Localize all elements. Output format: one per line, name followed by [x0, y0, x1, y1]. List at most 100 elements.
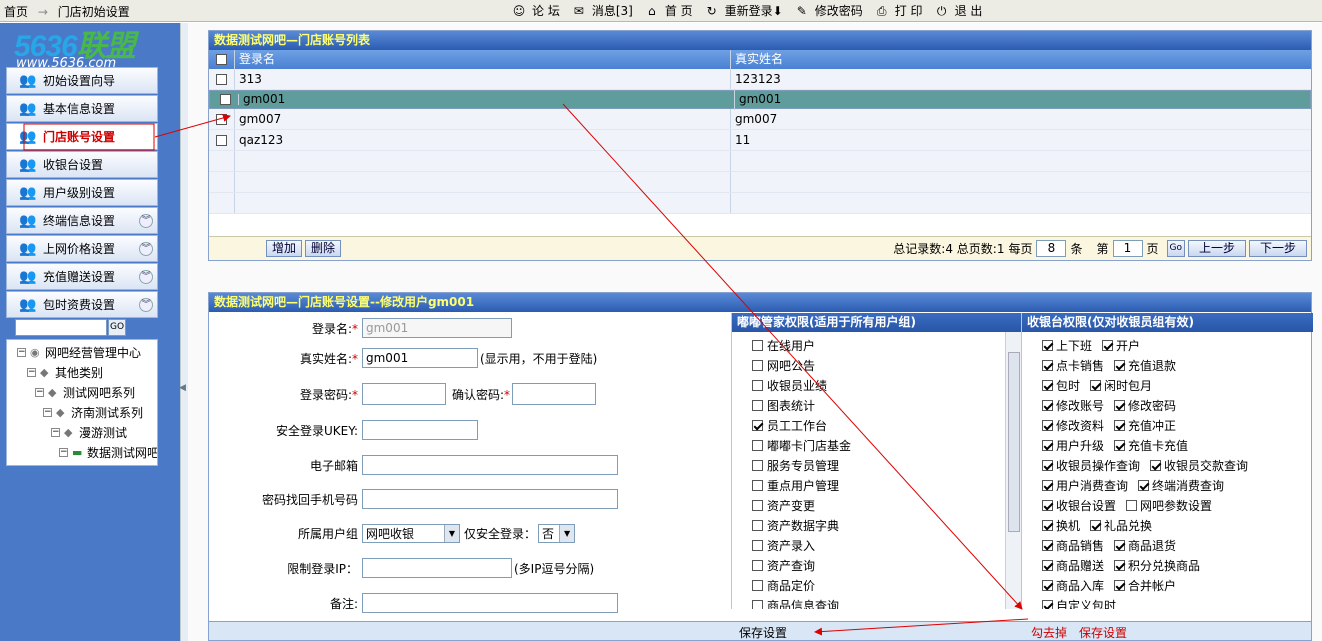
toolbar-item[interactable]: ⌂ 首 页	[643, 2, 693, 19]
cashier-permission[interactable]: 修改密码	[1114, 397, 1176, 414]
row-checkbox[interactable]	[216, 113, 227, 125]
save-settings-button[interactable]: 保存设置	[739, 624, 787, 641]
tree-node[interactable]: − ◆ 济南测试系列	[43, 404, 143, 421]
cashier-permission[interactable]: 商品退货	[1114, 537, 1176, 554]
tree-search-input[interactable]	[15, 319, 107, 336]
cashier-permission[interactable]: 合并帐户	[1114, 577, 1176, 594]
tree-node[interactable]: − ◉ 网吧经营管理中心	[17, 344, 141, 361]
manager-permission[interactable]: 重点用户管理	[732, 475, 1021, 495]
permission-checkbox[interactable]	[752, 559, 763, 571]
permission-checkbox[interactable]	[1042, 519, 1053, 531]
cashier-permission[interactable]: 闲时包月	[1090, 377, 1152, 394]
confirm-password-input[interactable]	[512, 383, 597, 405]
permission-checkbox[interactable]	[1042, 499, 1053, 511]
toolbar-item[interactable]: ☺ 论 坛	[510, 2, 560, 19]
cashier-permission[interactable]: 积分兑换商品	[1114, 557, 1200, 574]
login-input[interactable]: gm001	[362, 318, 512, 338]
sidebar-item[interactable]: 👥 初始设置向导	[6, 67, 158, 94]
collapse-arrow-icon[interactable]: ◀	[179, 383, 186, 393]
manager-permission[interactable]: 网吧公告	[732, 355, 1021, 375]
ukey-input[interactable]	[362, 420, 478, 440]
permission-checkbox[interactable]	[1126, 499, 1138, 511]
chevron-down-icon[interactable]: ︾	[139, 242, 153, 256]
cashier-permission[interactable]: 包时	[1042, 377, 1080, 394]
cashier-permission[interactable]: 商品赠送	[1042, 557, 1104, 574]
permission-checkbox[interactable]	[1114, 419, 1126, 431]
permission-checkbox[interactable]	[1114, 539, 1126, 551]
sidebar-item[interactable]: 👥 包时资费设置 ︾	[6, 291, 158, 318]
cashier-permission[interactable]: 换机	[1042, 517, 1080, 534]
permission-checkbox[interactable]	[1042, 399, 1053, 411]
cashier-permission[interactable]: 自定义包时	[1042, 597, 1116, 609]
permission-checkbox[interactable]	[1114, 579, 1126, 591]
cashier-permission[interactable]: 网吧参数设置	[1126, 497, 1212, 514]
cashier-permission[interactable]: 充值冲正	[1114, 417, 1176, 434]
table-row[interactable]: 313 123123	[209, 69, 1311, 90]
permission-checkbox[interactable]	[752, 359, 763, 371]
permission-checkbox[interactable]	[1090, 519, 1102, 531]
toolbar-item[interactable]: ⎙ 打 印	[873, 2, 923, 19]
save-settings-link[interactable]: 保存设置	[1079, 624, 1127, 641]
permission-checkbox[interactable]	[1042, 579, 1053, 591]
cashier-permission[interactable]: 商品入库	[1042, 577, 1104, 594]
sidebar-item[interactable]: 👥 用户级别设置	[6, 179, 158, 206]
chevron-down-icon[interactable]: ︾	[139, 270, 153, 284]
permission-checkbox[interactable]	[1042, 559, 1053, 571]
sidebar-item[interactable]: 👥 收银台设置	[6, 151, 158, 178]
toolbar-item[interactable]: ⏻ 退 出	[933, 2, 983, 19]
manager-permissions-scrollbar[interactable]	[1005, 332, 1021, 609]
chevron-down-icon[interactable]: ︾	[139, 214, 153, 228]
manager-permission[interactable]: 资产数据字典	[732, 515, 1021, 535]
safe-only-select[interactable]: 否 ▼	[538, 524, 576, 543]
permission-checkbox[interactable]	[752, 519, 763, 531]
permission-checkbox[interactable]	[752, 579, 763, 591]
add-button[interactable]: 增加	[266, 240, 303, 257]
manager-permission[interactable]: 商品信息查询	[732, 595, 1021, 609]
permission-checkbox[interactable]	[752, 419, 763, 431]
cashier-permission[interactable]: 上下班	[1042, 337, 1092, 354]
cashier-permission[interactable]: 收银台设置	[1042, 497, 1116, 514]
manager-permission[interactable]: 服务专员管理	[732, 455, 1021, 475]
table-row[interactable]: gm007 gm007	[209, 109, 1311, 130]
toolbar-item[interactable]: ✎ 修改密码	[793, 2, 863, 19]
cashier-permission[interactable]: 礼品兑换	[1090, 517, 1152, 534]
permission-checkbox[interactable]	[1042, 539, 1053, 551]
permission-checkbox[interactable]	[752, 399, 763, 411]
manager-permission[interactable]: 资产录入	[732, 535, 1021, 555]
sidebar-item[interactable]: 👥 基本信息设置	[6, 95, 158, 122]
tree-node[interactable]: − ◆ 漫游测试	[51, 424, 127, 441]
breadcrumb-home[interactable]: 首页	[4, 5, 28, 19]
permission-checkbox[interactable]	[1042, 459, 1053, 471]
sidebar-item[interactable]: 👥 充值赠送设置 ︾	[6, 263, 158, 290]
permission-checkbox[interactable]	[752, 599, 763, 609]
row-checkbox[interactable]	[216, 73, 227, 85]
manager-permission[interactable]: 资产变更	[732, 495, 1021, 515]
cashier-permission[interactable]: 修改账号	[1042, 397, 1104, 414]
pager-go-button[interactable]: Go	[1166, 240, 1185, 257]
permission-checkbox[interactable]	[1090, 379, 1102, 391]
note-input[interactable]	[362, 593, 618, 613]
manager-permission[interactable]: 员工工作台	[732, 415, 1021, 435]
permission-checkbox[interactable]	[1042, 339, 1053, 351]
permission-checkbox[interactable]	[1042, 419, 1053, 431]
cashier-permission[interactable]: 充值卡充值	[1114, 437, 1188, 454]
cashier-permission[interactable]: 点卡销售	[1042, 357, 1104, 374]
next-page-button[interactable]: 下一步	[1249, 240, 1307, 257]
manager-permission[interactable]: 收银员业绩	[732, 375, 1021, 395]
cashier-permission[interactable]: 充值退款	[1114, 357, 1176, 374]
column-header-login[interactable]: 登录名	[235, 50, 731, 69]
permission-checkbox[interactable]	[752, 339, 763, 351]
email-input[interactable]	[362, 455, 618, 475]
table-row[interactable]: gm001 gm001	[209, 89, 1311, 110]
permission-checkbox[interactable]	[1102, 339, 1114, 351]
manager-permission[interactable]: 商品定价	[732, 575, 1021, 595]
permission-checkbox[interactable]	[752, 459, 763, 471]
cashier-permission[interactable]: 开户	[1102, 337, 1140, 354]
cashier-permission[interactable]: 用户升级	[1042, 437, 1104, 454]
cashier-permission[interactable]: 收银员操作查询	[1042, 457, 1140, 474]
ip-input[interactable]	[362, 558, 512, 578]
pager-page-input[interactable]: 1	[1112, 240, 1143, 257]
column-header-realname[interactable]: 真实姓名	[731, 50, 1311, 69]
chevron-down-icon[interactable]: ︾	[139, 298, 153, 312]
permission-checkbox[interactable]	[1114, 559, 1126, 571]
